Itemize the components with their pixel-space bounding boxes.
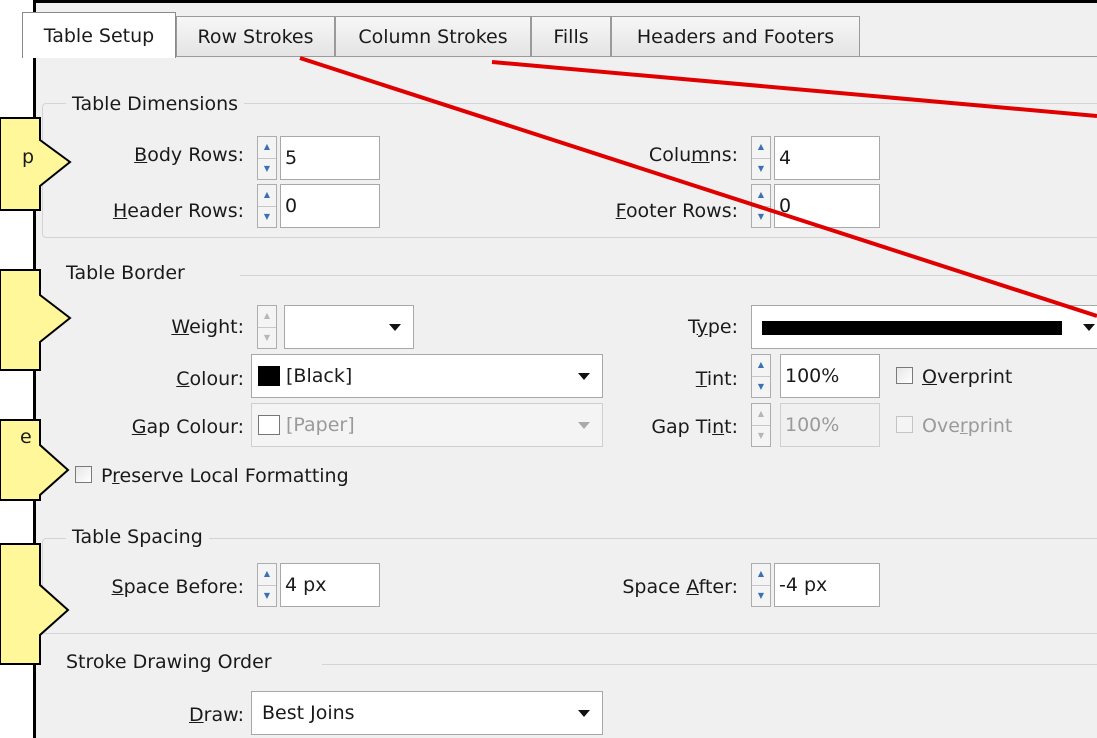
annotation-line — [491, 60, 1097, 118]
callout-box — [0, 117, 72, 211]
callout-text: e — [20, 426, 32, 448]
callout-text: p — [22, 146, 35, 168]
callout-box — [0, 543, 70, 665]
annotation-line — [299, 56, 1097, 318]
callout-box — [0, 269, 72, 371]
annotation-overlay — [0, 56, 1097, 665]
callout-box — [0, 419, 70, 501]
tab-table-setup[interactable]: Table Setup — [22, 12, 176, 58]
tab-label: Table Setup — [43, 24, 155, 47]
